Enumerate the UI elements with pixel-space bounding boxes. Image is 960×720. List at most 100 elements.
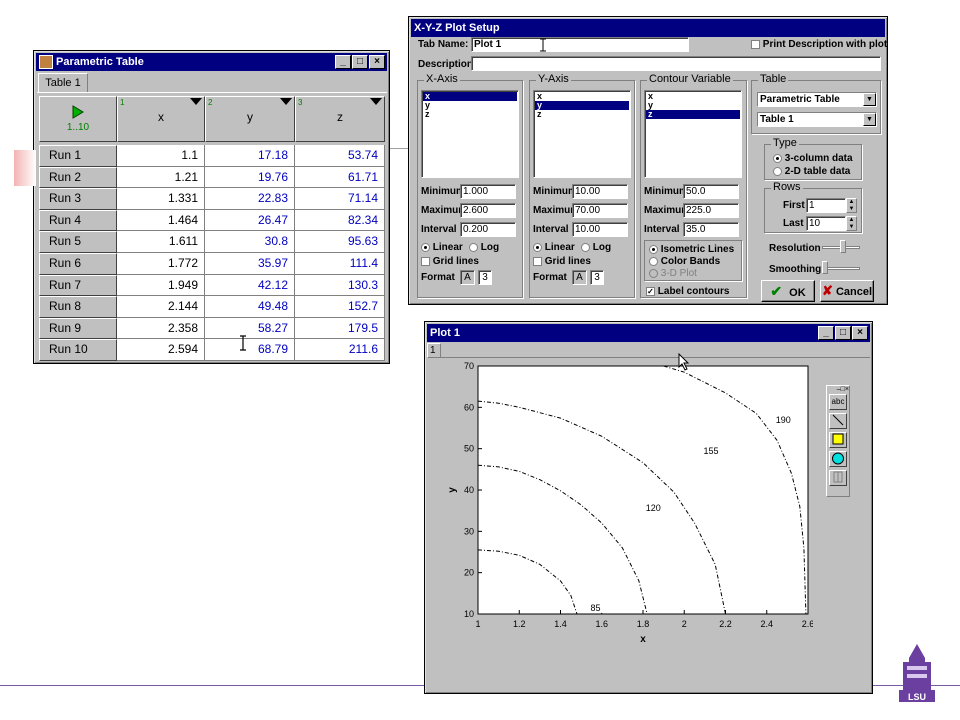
- list-item[interactable]: y: [423, 101, 517, 110]
- y-format-type[interactable]: A: [572, 270, 587, 285]
- text-tool-button[interactable]: abc: [829, 394, 847, 410]
- minimize-button[interactable]: _: [818, 326, 834, 340]
- row-header[interactable]: Run 6: [39, 253, 117, 275]
- cell-z[interactable]: 71.14: [295, 188, 385, 210]
- rectangle-tool-button[interactable]: [829, 432, 847, 448]
- row-header[interactable]: Run 5: [39, 231, 117, 253]
- plot-window-titlebar[interactable]: Plot 1 _ □ ×: [427, 324, 870, 342]
- toolbar-controls[interactable]: –□×: [827, 386, 849, 394]
- cell-z[interactable]: 82.34: [295, 209, 385, 232]
- cell-x[interactable]: 1.331: [117, 188, 205, 210]
- cell-x[interactable]: 2.144: [117, 296, 205, 318]
- contour-variable-list[interactable]: x y z: [644, 90, 742, 178]
- print-description-checkbox[interactable]: Print Description with plot: [751, 39, 887, 50]
- cell-x[interactable]: 1.949: [117, 274, 205, 297]
- x-variable-list[interactable]: x y z: [421, 90, 519, 178]
- 2d-table-data-radio[interactable]: 2-D table data: [773, 166, 850, 177]
- radio-icon[interactable]: [649, 256, 658, 266]
- cell-x[interactable]: 2.594: [117, 339, 205, 361]
- ellipse-tool-button[interactable]: [829, 451, 847, 467]
- column-header-y[interactable]: 2 y: [205, 96, 295, 142]
- column-header-z[interactable]: 3 z: [295, 96, 385, 142]
- cell-z[interactable]: 211.6: [295, 339, 385, 361]
- dropdown-arrow-icon[interactable]: [190, 98, 202, 105]
- cell-x[interactable]: 1.1: [117, 145, 205, 167]
- cell-z[interactable]: 53.74: [295, 145, 385, 167]
- y-maximum-input[interactable]: 70.00: [572, 203, 628, 218]
- x-maximum-input[interactable]: 2.600: [460, 203, 516, 218]
- play-icon[interactable]: [72, 105, 84, 119]
- cell-z[interactable]: 130.3: [295, 274, 385, 297]
- isometric-lines-radio[interactable]: Isometric Lines: [649, 244, 734, 255]
- list-item[interactable]: z: [423, 110, 517, 119]
- radio-icon[interactable]: [421, 242, 430, 252]
- close-button[interactable]: ×: [369, 55, 385, 69]
- line-tool-button[interactable]: [829, 413, 847, 429]
- radio-icon[interactable]: [469, 242, 478, 252]
- cancel-button[interactable]: ✘ Cancel: [820, 280, 874, 302]
- dropdown-arrow-icon[interactable]: [280, 98, 292, 105]
- cell-y[interactable]: 26.47: [205, 209, 295, 232]
- cell-z[interactable]: 95.63: [295, 231, 385, 253]
- cell-y[interactable]: 17.18: [205, 145, 295, 167]
- y-log-radio[interactable]: Log: [581, 242, 611, 253]
- cell-y[interactable]: 42.12: [205, 274, 295, 297]
- parametric-table-titlebar[interactable]: Parametric Table _ □ ×: [36, 53, 387, 71]
- chevron-down-icon[interactable]: ▼: [863, 93, 876, 106]
- cell-z[interactable]: 61.71: [295, 166, 385, 189]
- cell-y[interactable]: 19.76: [205, 166, 295, 189]
- x-interval-input[interactable]: 0.200: [460, 222, 516, 237]
- cell-y[interactable]: 58.27: [205, 317, 295, 340]
- checkbox-icon[interactable]: [533, 256, 542, 266]
- cell-y[interactable]: 68.79: [205, 339, 295, 361]
- radio-icon[interactable]: [773, 166, 782, 176]
- first-row-input[interactable]: 1: [806, 198, 846, 213]
- row-header[interactable]: Run 4: [39, 209, 117, 232]
- radio-icon[interactable]: [581, 242, 590, 252]
- row-header[interactable]: Run 2: [39, 166, 117, 189]
- x-linear-radio[interactable]: Linear: [421, 242, 463, 253]
- cell-z[interactable]: 111.4: [295, 253, 385, 275]
- color-bands-radio[interactable]: Color Bands: [649, 256, 720, 267]
- list-item[interactable]: x: [423, 92, 517, 101]
- column-header-x[interactable]: 1 x: [117, 96, 205, 142]
- cell-x[interactable]: 1.772: [117, 253, 205, 275]
- cell-x[interactable]: 1.464: [117, 209, 205, 232]
- table-source-select[interactable]: Parametric Table ▼: [757, 92, 877, 107]
- run-header[interactable]: 1..10: [39, 96, 117, 142]
- close-button[interactable]: ×: [852, 326, 868, 340]
- cell-x[interactable]: 1.611: [117, 231, 205, 253]
- y-grid-lines-checkbox[interactable]: Grid lines: [533, 256, 591, 267]
- smoothing-slider-thumb[interactable]: [822, 261, 828, 274]
- cell-z[interactable]: 152.7: [295, 296, 385, 318]
- checkbox-icon[interactable]: ✓: [646, 286, 655, 296]
- contour-maximum-input[interactable]: 225.0: [683, 203, 739, 218]
- checkbox-icon[interactable]: [751, 39, 760, 49]
- group-tool-button[interactable]: [829, 470, 847, 486]
- checkbox-icon[interactable]: [421, 256, 430, 266]
- x-format-digits[interactable]: 3: [478, 270, 492, 285]
- y-minimum-input[interactable]: 10.00: [572, 184, 628, 199]
- list-item[interactable]: z: [535, 110, 629, 119]
- y-variable-list[interactable]: x y z: [533, 90, 631, 178]
- x-minimum-input[interactable]: 1.000: [460, 184, 516, 199]
- row-header[interactable]: Run 8: [39, 296, 117, 318]
- tab-name-input[interactable]: Plot 1: [471, 37, 689, 52]
- list-item[interactable]: y: [646, 101, 740, 110]
- cell-z[interactable]: 179.5: [295, 317, 385, 340]
- last-row-input[interactable]: 10: [806, 216, 846, 231]
- 3-column-data-radio[interactable]: 3-column data: [773, 153, 853, 164]
- row-header[interactable]: Run 7: [39, 274, 117, 297]
- x-format-type[interactable]: A: [460, 270, 475, 285]
- cell-x[interactable]: 1.21: [117, 166, 205, 189]
- x-log-radio[interactable]: Log: [469, 242, 499, 253]
- y-interval-input[interactable]: 10.00: [572, 222, 628, 237]
- y-format-digits[interactable]: 3: [590, 270, 604, 285]
- description-input[interactable]: [471, 56, 881, 71]
- list-item[interactable]: x: [535, 92, 629, 101]
- table-select[interactable]: Table 1 ▼: [757, 112, 877, 127]
- radio-icon[interactable]: [649, 244, 658, 254]
- cell-y[interactable]: 22.83: [205, 188, 295, 210]
- x-grid-lines-checkbox[interactable]: Grid lines: [421, 256, 479, 267]
- radio-icon[interactable]: [533, 242, 542, 252]
